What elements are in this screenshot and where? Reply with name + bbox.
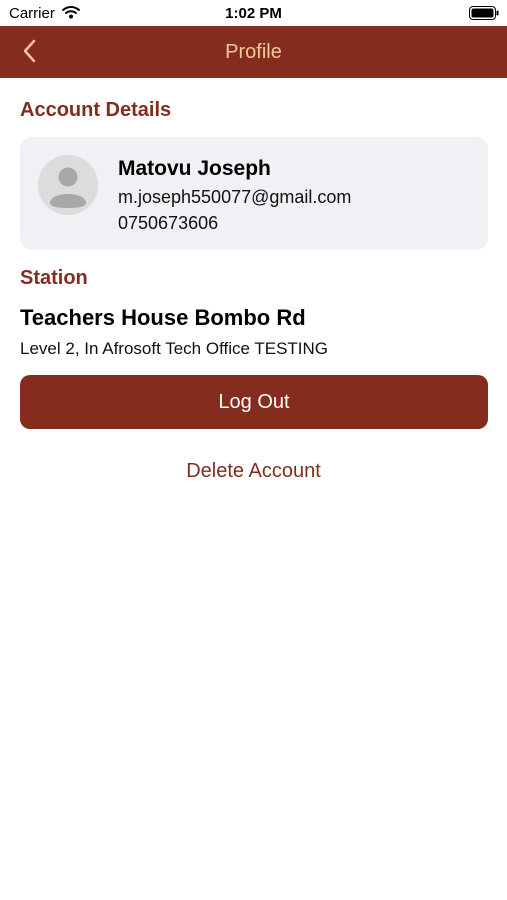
user-name: Matovu Joseph (118, 157, 271, 180)
page-title: Profile (225, 41, 282, 63)
station-name: Teachers House Bombo Rd (20, 305, 306, 330)
clock: 1:02 PM (225, 5, 282, 22)
avatar (38, 155, 98, 215)
station-heading: Station (20, 267, 88, 289)
logout-button[interactable]: Log Out (20, 375, 488, 429)
battery-icon (469, 6, 499, 20)
station-address: Level 2, In Afrosoft Tech Office TESTING (20, 339, 329, 358)
user-phone: 0750673606 (118, 213, 219, 233)
status-bar: Carrier 1:02 PM (0, 0, 507, 26)
account-card: Matovu Joseph m.joseph550077@gmail.com 0… (20, 137, 488, 250)
user-email: m.joseph550077@gmail.com (118, 187, 352, 207)
navigation-bar: Profile (0, 26, 507, 78)
delete-account-button[interactable]: Delete Account (0, 460, 507, 483)
person-avatar-icon (38, 155, 98, 215)
account-details-heading: Account Details (20, 99, 172, 121)
